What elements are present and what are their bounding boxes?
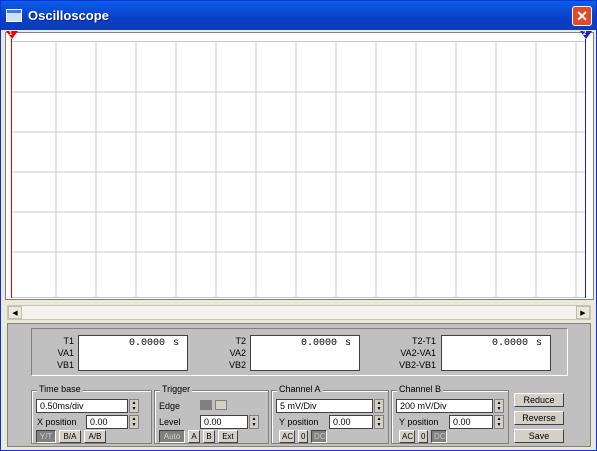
delta-value-box: 0.0000 s bbox=[441, 335, 551, 371]
cursor-1-marker[interactable]: 1 bbox=[6, 31, 18, 39]
level-field[interactable]: 0.00 bbox=[200, 415, 248, 429]
level-label: Level bbox=[159, 417, 181, 427]
close-button[interactable]: ✕ bbox=[572, 6, 592, 26]
auto-trigger-button[interactable]: Auto bbox=[159, 430, 185, 443]
oscilloscope-window: Oscilloscope ✕ 1 2 ◀ ▶ T1 VA1 VB1 0.0000… bbox=[0, 0, 597, 451]
trigger-ext-button[interactable]: Ext bbox=[218, 430, 238, 443]
edge-label: Edge bbox=[159, 401, 181, 411]
channel-b-legend: Channel B bbox=[397, 384, 444, 394]
t2-value-box: 0.0000 s bbox=[250, 335, 360, 371]
channel-a-yposition-field[interactable]: 0.00 bbox=[329, 415, 373, 429]
trigger-a-button[interactable]: A bbox=[188, 430, 200, 443]
label-t2-t1: T2-T1 bbox=[411, 336, 436, 346]
falling-edge-icon[interactable] bbox=[215, 400, 227, 410]
cursor-2-line[interactable] bbox=[585, 39, 586, 298]
channel-b-yposition-label: Y position bbox=[399, 417, 439, 427]
channel-b-scale-spinner[interactable]: ▲ ▼ bbox=[494, 399, 504, 413]
label-va1: VA1 bbox=[57, 348, 74, 358]
t2-value: 0.0000 bbox=[300, 338, 337, 349]
trigger-group: Trigger Edge Level 0.00 ▲ ▼ Auto A B Ext bbox=[154, 384, 269, 444]
channel-b-zero-button[interactable]: 0 bbox=[418, 430, 428, 443]
channel-a-dc-button[interactable]: DC bbox=[311, 430, 327, 443]
channel-a-yposition-label: Y position bbox=[279, 417, 319, 427]
level-spinner[interactable]: ▲ ▼ bbox=[249, 415, 259, 429]
channel-b-yposition-spinner[interactable]: ▲ ▼ bbox=[494, 415, 504, 429]
delta-unit: s bbox=[535, 338, 542, 349]
trigger-legend: Trigger bbox=[160, 384, 193, 394]
measurement-labels-1: T1 VA1 VB1 bbox=[38, 335, 74, 371]
delta-value: 0.0000 bbox=[491, 338, 528, 349]
channel-a-ac-button[interactable]: AC bbox=[279, 430, 295, 443]
trigger-b-button[interactable]: B bbox=[203, 430, 215, 443]
ab-mode-button[interactable]: A/B bbox=[84, 430, 106, 443]
channel-b-scale-field[interactable]: 200 mV/Div bbox=[396, 399, 493, 413]
timebase-legend: Time base bbox=[37, 384, 83, 394]
measurement-labels-2: T2 VA2 VB2 bbox=[210, 335, 246, 371]
channel-a-yposition-spinner[interactable]: ▲ ▼ bbox=[374, 415, 384, 429]
rising-edge-icon[interactable] bbox=[200, 400, 212, 410]
cursor-1-line[interactable] bbox=[11, 39, 12, 298]
xposition-spinner[interactable]: ▲ ▼ bbox=[129, 415, 139, 429]
measurement-panel: T1 VA1 VB1 0.0000 s T2 VA2 VB2 0.0000 s … bbox=[31, 328, 568, 376]
scope-grid bbox=[12, 41, 585, 298]
t1-value-box: 0.0000 s bbox=[78, 335, 188, 371]
cursor-2-marker[interactable]: 2 bbox=[580, 31, 592, 39]
scroll-right-button[interactable]: ▶ bbox=[576, 306, 590, 319]
channel-a-scale-field[interactable]: 5 mV/Div bbox=[276, 399, 373, 413]
measurement-labels-3: T2-T1 VA2-VA1 VB2-VB1 bbox=[378, 335, 436, 371]
xposition-field[interactable]: 0.00 bbox=[86, 415, 128, 429]
save-button[interactable]: Save bbox=[514, 429, 564, 443]
reverse-button[interactable]: Reverse bbox=[514, 411, 564, 425]
channel-a-scale-spinner[interactable]: ▲ ▼ bbox=[374, 399, 384, 413]
label-vb2: VB2 bbox=[228, 360, 246, 370]
label-va2-va1: VA2-VA1 bbox=[400, 348, 436, 358]
channel-b-ac-button[interactable]: AC bbox=[399, 430, 415, 443]
label-va2: VA2 bbox=[229, 348, 246, 358]
window-icon bbox=[6, 9, 22, 22]
channel-b-dc-button[interactable]: DC bbox=[431, 430, 447, 443]
channel-b-group: Channel B 200 mV/Div ▲ ▼ Y position 0.00 … bbox=[391, 384, 509, 444]
ba-mode-button[interactable]: B/A bbox=[59, 430, 81, 443]
timebase-group: Time base 0.50ms/div ▲ ▼ X position 0.00 … bbox=[31, 384, 152, 444]
xposition-label: X position bbox=[37, 417, 77, 427]
horizontal-scrollbar[interactable]: ◀ ▶ bbox=[7, 305, 591, 320]
window-title: Oscilloscope bbox=[28, 8, 109, 23]
channel-b-yposition-field[interactable]: 0.00 bbox=[449, 415, 493, 429]
label-t2: T2 bbox=[235, 336, 246, 346]
timebase-scale-field[interactable]: 0.50ms/div bbox=[36, 399, 128, 413]
label-vb1: VB1 bbox=[56, 360, 74, 370]
channel-a-legend: Channel A bbox=[277, 384, 323, 394]
t1-unit: s bbox=[172, 338, 179, 349]
label-vb2-vb1: VB2-VB1 bbox=[398, 360, 436, 370]
title-bar[interactable]: Oscilloscope ✕ bbox=[1, 1, 596, 30]
t2-unit: s bbox=[344, 338, 351, 349]
cursor-1-label: 1 bbox=[9, 31, 13, 37]
channel-a-group: Channel A 5 mV/Div ▲ ▼ Y position 0.00 ▲ ▼… bbox=[271, 384, 389, 444]
yt-mode-button[interactable]: Y/T bbox=[36, 430, 56, 443]
cursor-2-label: 2 bbox=[583, 31, 587, 37]
channel-a-zero-button[interactable]: 0 bbox=[298, 430, 308, 443]
reduce-button[interactable]: Reduce bbox=[514, 393, 564, 407]
scroll-left-button[interactable]: ◀ bbox=[8, 306, 22, 319]
label-t1: T1 bbox=[63, 336, 74, 346]
control-panel: T1 VA1 VB1 0.0000 s T2 VA2 VB2 0.0000 s … bbox=[7, 323, 591, 447]
t1-value: 0.0000 bbox=[128, 338, 165, 349]
timebase-spinner[interactable]: ▲ ▼ bbox=[129, 399, 139, 413]
